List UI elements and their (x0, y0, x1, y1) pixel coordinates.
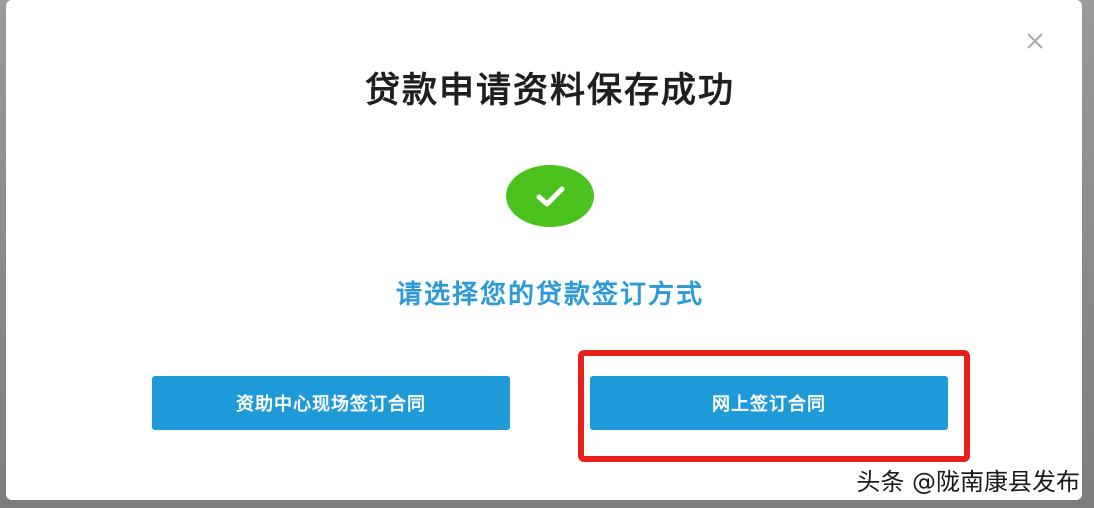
online-sign-label: 网上签订合同 (712, 394, 826, 415)
dialog-title: 贷款申请资料保存成功 (364, 71, 735, 111)
signing-method-prompt: 请选择您的贷款签订方式 (395, 280, 704, 310)
offline-sign-label: 资助中心现场签订合同 (236, 394, 426, 415)
offline-sign-button[interactable]: 资助中心现场签订合同 (152, 376, 510, 430)
watermark-text: 头条 @陇南康县发布 (856, 468, 1080, 496)
check-circle-icon (506, 165, 594, 227)
success-dialog: 贷款申请资料保存成功 请选择您的贷款签订方式 资助中心现场签订合同 网上签订合同 (6, 0, 1082, 500)
close-icon[interactable] (1022, 28, 1048, 54)
online-sign-button[interactable]: 网上签订合同 (590, 376, 948, 430)
